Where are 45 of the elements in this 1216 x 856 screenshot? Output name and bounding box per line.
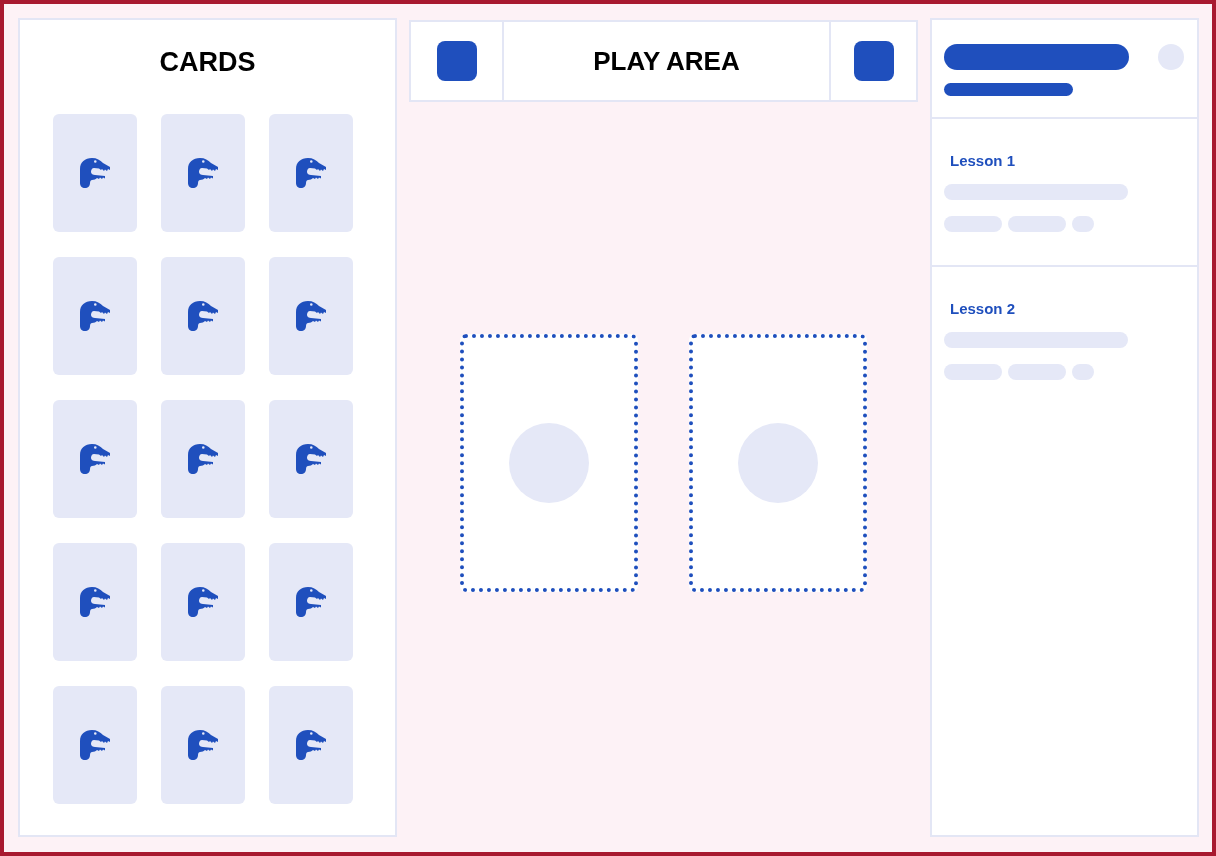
header-button[interactable] xyxy=(436,41,477,81)
lesson-title[interactable]: Lesson 1 xyxy=(950,151,1016,171)
dinosaur-icon xyxy=(187,300,219,332)
card[interactable] xyxy=(269,543,353,661)
card[interactable] xyxy=(53,257,137,375)
drop-zone[interactable] xyxy=(460,333,638,592)
lesson-title[interactable]: Lesson 2 xyxy=(950,299,1016,319)
dinosaur-icon xyxy=(79,729,111,761)
dinosaur-icon xyxy=(295,443,327,475)
dinosaur-icon xyxy=(295,157,327,189)
card[interactable] xyxy=(269,686,353,804)
panel-title: CARDS xyxy=(158,46,257,79)
drop-zone[interactable] xyxy=(689,333,867,592)
header-button[interactable] xyxy=(853,41,894,81)
placeholder-tag xyxy=(1008,364,1066,380)
card[interactable] xyxy=(269,400,353,518)
card[interactable] xyxy=(161,114,245,232)
placeholder-tag xyxy=(1008,216,1066,232)
dinosaur-icon xyxy=(295,729,327,761)
dinosaur-icon xyxy=(79,157,111,189)
dinosaur-icon xyxy=(295,300,327,332)
dinosaur-icon xyxy=(187,157,219,189)
dinosaur-icon xyxy=(187,729,219,761)
card[interactable] xyxy=(269,114,353,232)
dinosaur-icon xyxy=(187,443,219,475)
card[interactable] xyxy=(161,543,245,661)
card[interactable] xyxy=(53,400,137,518)
dinosaur-icon xyxy=(187,586,219,618)
card[interactable] xyxy=(161,686,245,804)
card[interactable] xyxy=(161,400,245,518)
card[interactable] xyxy=(53,114,137,232)
dinosaur-icon xyxy=(79,443,111,475)
placeholder-tag xyxy=(944,216,1002,232)
card[interactable] xyxy=(269,257,353,375)
card[interactable] xyxy=(53,686,137,804)
placeholder-tag xyxy=(1072,216,1094,232)
dinosaur-icon xyxy=(295,586,327,618)
header-title: PLAY AREA xyxy=(593,45,740,78)
dinosaur-icon xyxy=(79,586,111,618)
dinosaur-icon xyxy=(79,300,111,332)
avatar-circle xyxy=(1158,44,1184,70)
card[interactable] xyxy=(161,257,245,375)
placeholder-tag xyxy=(944,364,1002,380)
placeholder-tag xyxy=(1072,364,1094,380)
card[interactable] xyxy=(53,543,137,661)
